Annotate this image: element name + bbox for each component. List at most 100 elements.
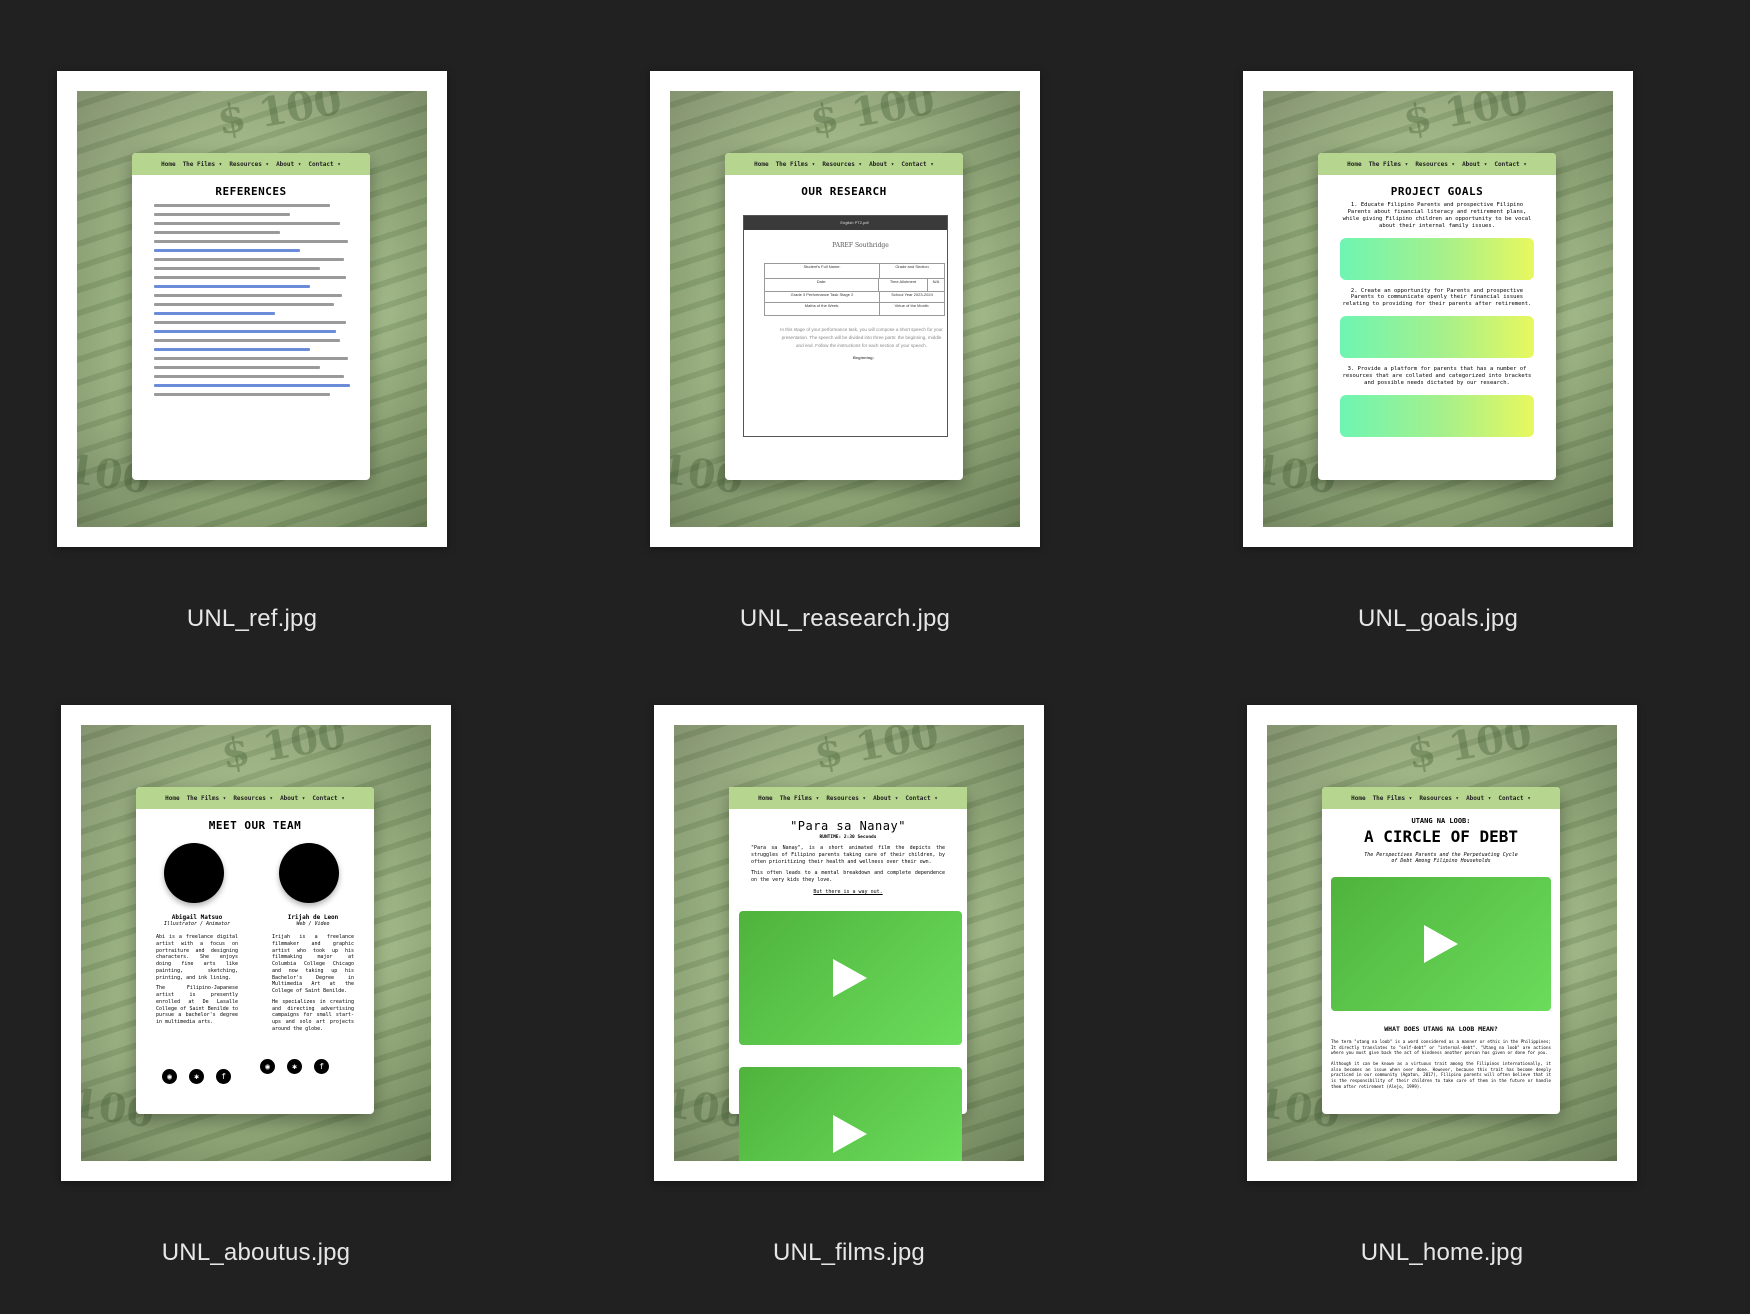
hero-kicker: UTANG NA LOOB: [1411, 817, 1471, 825]
facebook-icon: f [314, 1059, 329, 1074]
avatar [164, 843, 224, 903]
play-icon[interactable] [833, 959, 867, 997]
file-tile-ref[interactable]: $ 100 100 Home The Films ▾ Resources ▾ A… [57, 71, 447, 633]
nav-contact: Contact ▾ [905, 794, 938, 802]
goal-gradient-block [1340, 316, 1534, 359]
file-name[interactable]: UNL_home.jpg [1247, 1239, 1637, 1267]
pdf-cell: Grade and Section [895, 264, 929, 269]
nav-films: The Films ▾ [182, 160, 223, 168]
pdf-cell: N/A [932, 279, 940, 284]
nav-contact: Contact ▾ [901, 160, 934, 168]
hero-subtitle: The Perspectives Parents and the Perpetu… [1364, 852, 1518, 864]
page-card: Home The Films ▾ Resources ▾ About ▾ Con… [136, 787, 374, 1114]
pdf-filename: English PT2.pdf [840, 220, 869, 225]
instagram-icon: ◉ [260, 1059, 275, 1074]
file-tile-research[interactable]: $ 100 100 Home The Films ▾ Resources ▾ A… [650, 71, 1040, 633]
file-tile-films[interactable]: $ 100 100 Home The Films ▾ Resources ▾ A… [654, 705, 1044, 1267]
nav-contact: Contact ▾ [1498, 794, 1531, 802]
nav-home: Home [1351, 794, 1366, 802]
nav-bar: Home The Films ▾ Resources ▾ About ▾ Con… [725, 153, 963, 175]
thumbnail[interactable]: $ 100 100 Home The Films ▾ Resources ▾ A… [61, 705, 451, 1181]
hero-title: A CIRCLE OF DEBT [1363, 827, 1519, 846]
file-name[interactable]: UNL_films.jpg [654, 1239, 1044, 1267]
nav-about: About ▾ [1466, 794, 1492, 802]
dribbble-icon: ✱ [287, 1059, 302, 1074]
thumbnail[interactable]: $ 100 100 Home The Films ▾ Resources ▾ A… [1247, 705, 1637, 1181]
video-player[interactable] [739, 911, 962, 1045]
nav-resources: Resources ▾ [822, 160, 863, 168]
runtime: RUNTIME: 2:30 Seconds [819, 835, 877, 840]
nav-home: Home [1347, 160, 1362, 168]
member-role: Web / Video [296, 921, 330, 927]
nav-contact: Contact ▾ [312, 794, 345, 802]
film-cta: But there is a way out. [813, 888, 883, 895]
paragraph: Although it can be known as a virtuous t… [1331, 1061, 1551, 1089]
video-player[interactable] [739, 1067, 962, 1161]
pdf-body: In this stage of your performance task, … [780, 327, 943, 348]
thumbnail[interactable]: $ 100 100 Home The Films ▾ Resources ▾ A… [1243, 71, 1633, 547]
play-icon[interactable] [833, 1115, 867, 1153]
goal-text: 3. Provide a platform for parents that h… [1342, 366, 1532, 386]
nav-resources: Resources ▾ [229, 160, 270, 168]
pdf-brand: PAREF Southridge [832, 242, 889, 249]
pdf-cell: School Year 2023-2024 [891, 292, 933, 297]
file-name[interactable]: UNL_goals.jpg [1243, 605, 1633, 633]
file-name[interactable]: UNL_ref.jpg [57, 605, 447, 633]
nav-films: The Films ▾ [1372, 794, 1413, 802]
member-bio: He specializes in creating and directing… [272, 998, 354, 1032]
pdf-form-table: Student's Full Name: Grade and Section D… [764, 263, 945, 316]
nav-about: About ▾ [869, 160, 895, 168]
file-name[interactable]: UNL_aboutus.jpg [61, 1239, 451, 1267]
nav-resources: Resources ▾ [826, 794, 867, 802]
section-heading: WHAT DOES UTANG NA LOOB MEAN? [1384, 1025, 1498, 1033]
team-member: Abigail Matsuo Illustrator / Animator Ab… [156, 914, 238, 1026]
member-bio: Irijah is a freelance filmmaker and grap… [272, 934, 354, 994]
instagram-icon: ◉ [162, 1069, 177, 1084]
nav-bar: Home The Films ▾ Resources ▾ About ▾ Con… [136, 787, 374, 809]
nav-resources: Resources ▾ [1415, 160, 1456, 168]
page-title: PROJECT GOALS [1390, 185, 1484, 198]
page-card: Home The Films ▾ Resources ▾ About ▾ Con… [725, 153, 963, 480]
nav-films: The Films ▾ [1368, 160, 1409, 168]
page-title: "Para sa Nanay" [790, 819, 906, 833]
file-tile-goals[interactable]: $ 100 100 Home The Films ▾ Resources ▾ A… [1243, 71, 1633, 633]
reference-list [132, 204, 370, 396]
nav-about: About ▾ [873, 794, 899, 802]
page-card: Home The Films ▾ Resources ▾ About ▾ Con… [1322, 787, 1560, 1114]
nav-contact: Contact ▾ [308, 160, 341, 168]
nav-films: The Films ▾ [775, 160, 816, 168]
thumbnail[interactable]: $ 100 100 Home The Films ▾ Resources ▾ A… [654, 705, 1044, 1181]
member-name: Irijah de Leon [287, 914, 339, 921]
file-tile-home[interactable]: $ 100 100 Home The Films ▾ Resources ▾ A… [1247, 705, 1637, 1267]
thumbnail[interactable]: $ 100 100 Home The Films ▾ Resources ▾ A… [57, 71, 447, 547]
page-title: MEET OUR TEAM [208, 819, 302, 832]
nav-resources: Resources ▾ [233, 794, 274, 802]
pdf-cell: Date: [765, 279, 879, 291]
nav-contact: Contact ▾ [1494, 160, 1527, 168]
file-name[interactable]: UNL_reasearch.jpg [650, 605, 1040, 633]
nav-bar: Home The Films ▾ Resources ▾ About ▾ Con… [1322, 787, 1560, 809]
file-tile-aboutus[interactable]: $ 100 100 Home The Films ▾ Resources ▾ A… [61, 705, 451, 1267]
goal-gradient-block [1340, 394, 1534, 437]
play-icon[interactable] [1424, 925, 1458, 963]
nav-home: Home [754, 160, 769, 168]
pdf-cell: Maths of the Week: [765, 303, 880, 315]
thumbnail[interactable]: $ 100 100 Home The Films ▾ Resources ▾ A… [650, 71, 1040, 547]
page-card: Home The Films ▾ Resources ▾ About ▾ Con… [132, 153, 370, 480]
member-name: Abigail Matsuo [171, 914, 223, 921]
film-description: "Para sa Nanay", is a short animated fil… [751, 845, 945, 865]
page-card: Home The Films ▾ Resources ▾ About ▾ Con… [1318, 153, 1556, 480]
team-member: Irijah de Leon Web / Video Irijah is a f… [272, 914, 354, 1033]
nav-home: Home [165, 794, 180, 802]
pdf-viewer: English PT2.pdf PAREF Southridge Student… [743, 215, 948, 437]
dribbble-icon: ✱ [189, 1069, 204, 1084]
paragraph: The term "utang na loob" is a word consi… [1331, 1039, 1551, 1056]
nav-about: About ▾ [276, 160, 302, 168]
page-title: REFERENCES [215, 185, 287, 198]
nav-bar: Home The Films ▾ Resources ▾ About ▾ Con… [1318, 153, 1556, 175]
nav-bar: Home The Films ▾ Resources ▾ About ▾ Con… [729, 787, 967, 809]
goal-text: 2. Create an opportunity for Parents and… [1342, 287, 1532, 308]
pdf-cell: Virtue of the Month: [894, 303, 930, 308]
video-player[interactable] [1331, 877, 1551, 1011]
nav-home: Home [758, 794, 773, 802]
